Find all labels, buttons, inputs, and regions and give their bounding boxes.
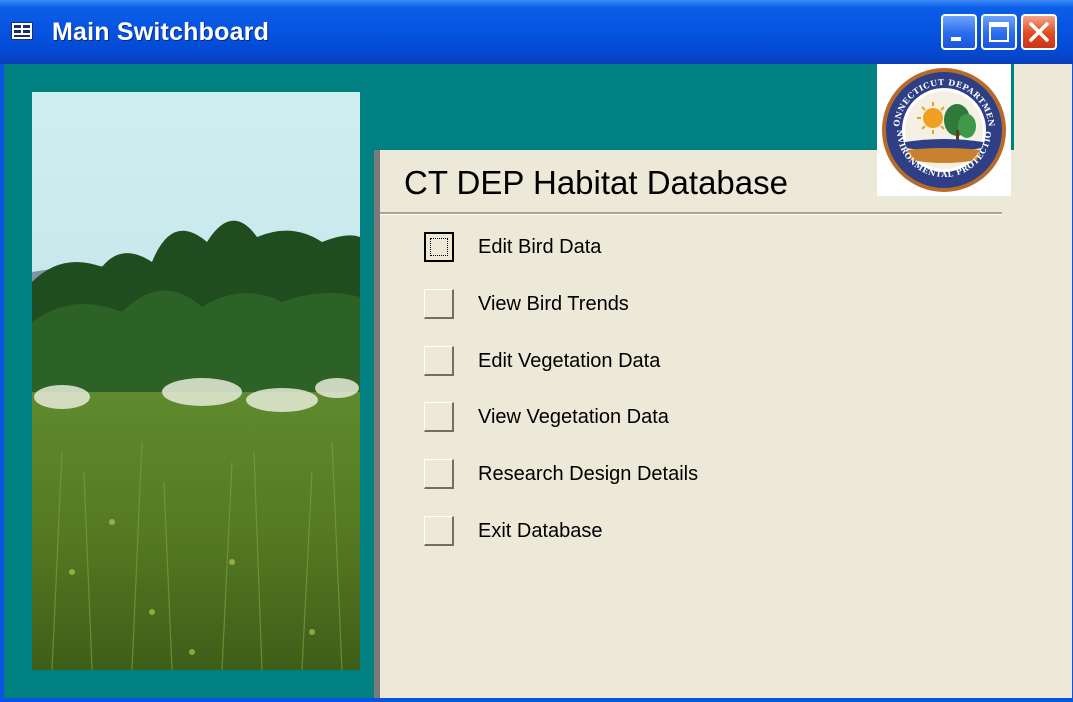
menu-label[interactable]: Edit Vegetation Data (478, 350, 660, 373)
menu-label[interactable]: View Bird Trends (478, 293, 629, 316)
photo-image (32, 92, 360, 670)
menu-label[interactable]: Research Design Details (478, 463, 698, 486)
menu-label[interactable]: View Vegetation Data (478, 406, 669, 429)
header-divider (380, 212, 1002, 215)
minimize-icon (951, 37, 961, 41)
menu-label[interactable]: Edit Bird Data (478, 236, 601, 259)
maximize-button[interactable] (981, 14, 1017, 50)
minimize-button[interactable] (941, 14, 977, 50)
edit-bird-data-button[interactable] (424, 232, 454, 262)
window: Main Switchboard CT DEP Habitat Database… (0, 0, 1073, 702)
switchboard-form: CT DEP Habitat Database Edit Bird Data V… (4, 56, 1072, 698)
window-title: Main Switchboard (52, 18, 270, 46)
window-bottom-border (0, 698, 1073, 702)
ct-dep-seal-logo: CONNECTICUT DEPARTMENT ENVIRONMENTAL PRO… (873, 56, 1011, 196)
exit-database-button[interactable] (424, 516, 454, 546)
seal-icon: CONNECTICUT DEPARTMENT ENVIRONMENTAL PRO… (873, 56, 1006, 192)
title-bar[interactable]: Main Switchboard (0, 0, 1073, 64)
research-design-details-button[interactable] (424, 459, 454, 489)
page-title: CT DEP Habitat Database (404, 164, 788, 201)
maximize-icon (989, 22, 1009, 42)
close-icon (1029, 22, 1049, 42)
edit-vegetation-data-button[interactable] (424, 346, 454, 376)
meadow-habitat-photo (32, 92, 360, 670)
menu-panel: CT DEP Habitat Database Edit Bird Data V… (374, 150, 1072, 698)
access-form-icon[interactable] (11, 22, 33, 40)
close-button[interactable] (1021, 14, 1057, 50)
menu-label[interactable]: Exit Database (478, 520, 603, 543)
view-bird-trends-button[interactable] (424, 289, 454, 319)
view-vegetation-data-button[interactable] (424, 402, 454, 432)
